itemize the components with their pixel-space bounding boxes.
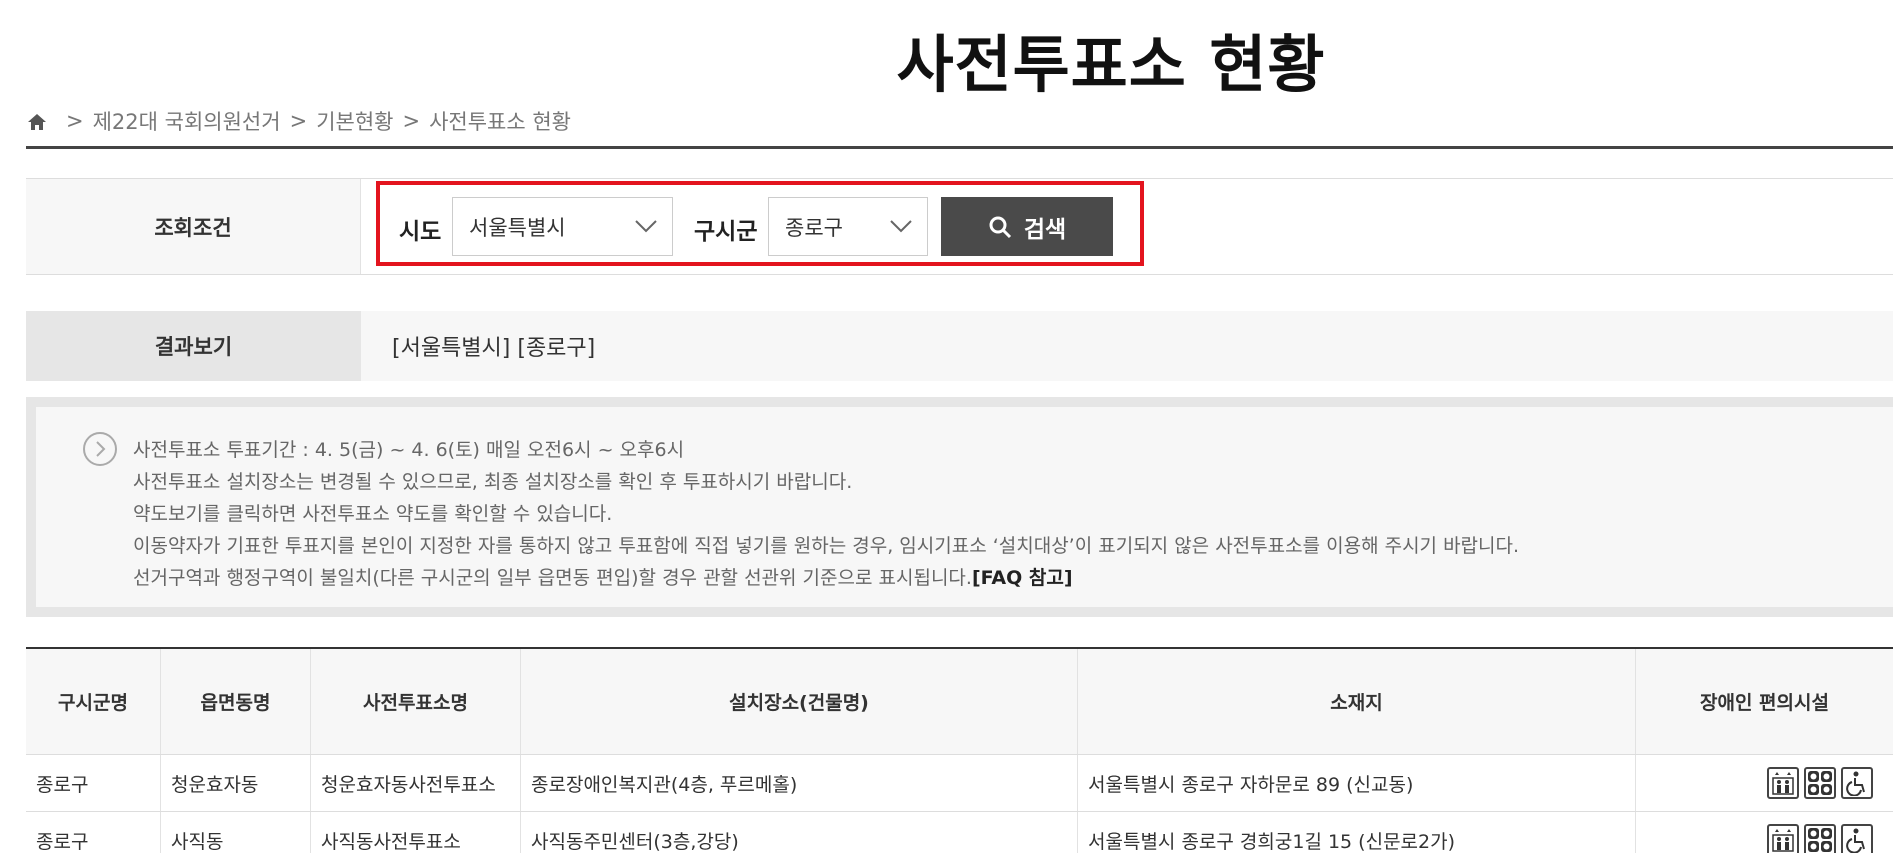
breadcrumb-item-election[interactable]: 제22대 국회의원선거	[93, 106, 281, 136]
elevator-icon	[1766, 767, 1799, 799]
cell-gu: 종로구	[26, 755, 161, 811]
search-button[interactable]: 검색	[941, 197, 1113, 256]
sido-select[interactable]: 서울특별시	[452, 197, 673, 256]
notice-line: 사전투표소 설치장소는 변경될 수 있으므로, 최종 설치장소를 확인 후 투표…	[133, 471, 853, 493]
search-icon	[989, 216, 1011, 238]
result-value: [서울특별시] [종로구]	[392, 336, 596, 361]
breadcrumb: > 제22대 국회의원선거 > 기본현황 > 사전투표소 현황	[27, 106, 571, 136]
breadcrumb-item-current[interactable]: 사전투표소 현황	[429, 106, 571, 136]
cell-station-name: 사직동사전투표소	[311, 812, 521, 853]
home-icon[interactable]	[27, 112, 47, 130]
faq-link[interactable]: [FAQ 참고]	[972, 567, 1073, 589]
chevron-down-icon	[890, 220, 912, 233]
result-label: 결과보기	[26, 311, 361, 381]
search-button-label: 검색	[1023, 216, 1067, 243]
cell-address: 서울특별시 종로구 자하문로 89 (신교동)	[1078, 755, 1636, 811]
column-header: 소재지	[1078, 649, 1636, 754]
gu-label: 구시군	[694, 219, 758, 245]
table-row: 종로구 청운효자동 청운효자동사전투표소 종로장애인복지관(4층, 푸르메홀) …	[26, 755, 1893, 812]
table-header: 구시군명 읍면동명 사전투표소명 설치장소(건물명) 소재지 장애인 편의시설	[26, 649, 1893, 755]
sido-select-value: 서울특별시	[469, 215, 566, 240]
notice-line: 약도보기를 클릭하면 사전투표소 약도를 확인할 수 있습니다.	[133, 503, 613, 525]
cell-facilities	[1636, 755, 1893, 811]
table-row: 종로구 사직동 사직동사전투표소 사직동주민센터(3층,강당) 서울특별시 종로…	[26, 812, 1893, 853]
search-condition-label: 조회조건	[26, 179, 361, 274]
wheelchair-icon	[1840, 767, 1873, 799]
cell-dong: 청운효자동	[161, 755, 311, 811]
cell-dong: 사직동	[161, 812, 311, 853]
sido-label: 시도	[399, 219, 442, 245]
cell-facilities	[1636, 812, 1893, 853]
column-header: 사전투표소명	[311, 649, 521, 754]
accessible-toilet-icon	[1803, 767, 1836, 799]
breadcrumb-divider	[26, 146, 1893, 149]
polling-station-table: 구시군명 읍면동명 사전투표소명 설치장소(건물명) 소재지 장애인 편의시설 …	[26, 647, 1893, 853]
column-header: 장애인 편의시설	[1700, 692, 1829, 714]
notice-text: 사전투표소 투표기간 : 4. 5(금) ~ 4. 6(토) 매일 오전6시 ~…	[133, 434, 1519, 594]
column-header: 읍면동명	[161, 649, 311, 754]
cell-station-name: 청운효자동사전투표소	[311, 755, 521, 811]
breadcrumb-separator: >	[402, 109, 421, 133]
page-title: 사전투표소 현황	[896, 28, 1326, 101]
chevron-right-circle-icon	[83, 432, 117, 466]
gu-select-value: 종로구	[785, 215, 843, 240]
notice-line: 선거구역과 행정구역이 불일치(다른 구시군의 일부 읍면동 편입)할 경우 관…	[133, 567, 1073, 589]
notice-box: 사전투표소 투표기간 : 4. 5(금) ~ 4. 6(토) 매일 오전6시 ~…	[26, 397, 1893, 617]
column-header: 설치장소(건물명)	[521, 649, 1078, 754]
accessible-toilet-icon	[1803, 824, 1836, 853]
wheelchair-icon	[1840, 824, 1873, 853]
breadcrumb-separator: >	[289, 109, 308, 133]
cell-address: 서울특별시 종로구 경희궁1길 15 (신문로2가)	[1078, 812, 1636, 853]
breadcrumb-item-basic-status[interactable]: 기본현황	[316, 106, 393, 136]
cell-building: 사직동주민센터(3층,강당)	[521, 812, 1078, 853]
notice-line: 사전투표소 투표기간 : 4. 5(금) ~ 4. 6(토) 매일 오전6시 ~…	[133, 439, 685, 461]
cell-building: 종로장애인복지관(4층, 푸르메홀)	[521, 755, 1078, 811]
result-row: 결과보기 [서울특별시] [종로구]	[26, 311, 1893, 381]
chevron-down-icon	[635, 220, 657, 233]
cell-gu: 종로구	[26, 812, 161, 853]
column-header: 구시군명	[26, 649, 161, 754]
gu-select[interactable]: 종로구	[768, 197, 928, 256]
elevator-icon	[1766, 824, 1799, 853]
breadcrumb-separator: >	[66, 109, 84, 133]
notice-line: 이동약자가 기표한 투표지를 본인이 지정한 자를 통하지 않고 투표함에 직접…	[133, 535, 1520, 557]
